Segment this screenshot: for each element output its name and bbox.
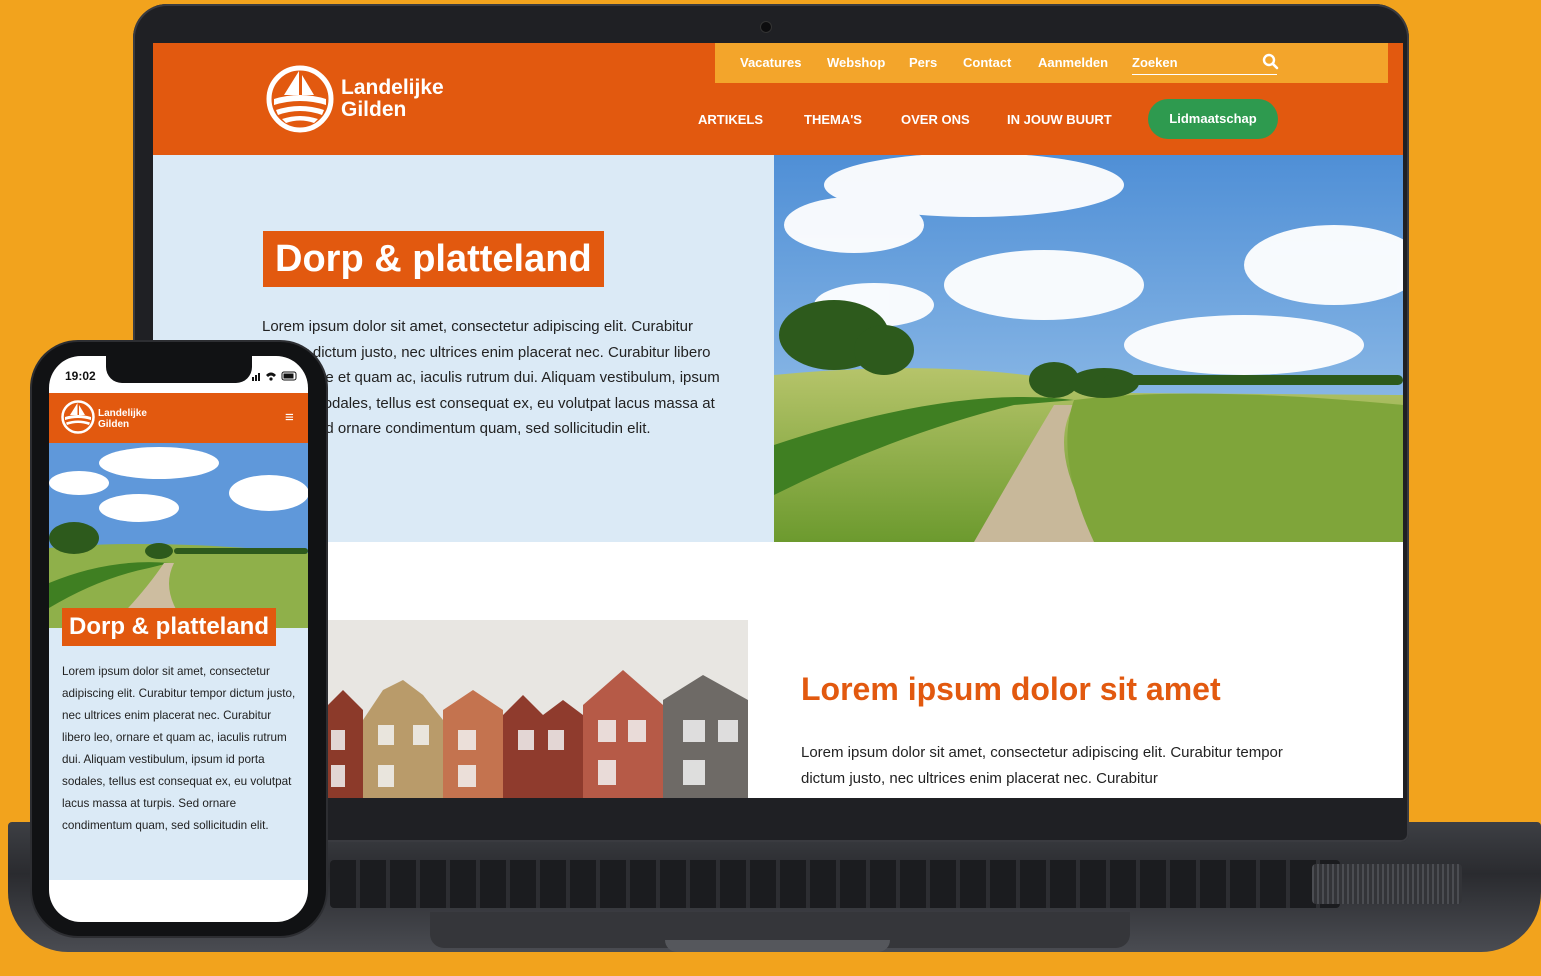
search-placeholder: Zoeken bbox=[1132, 55, 1178, 70]
membership-button[interactable]: Lidmaatschap bbox=[1148, 99, 1278, 139]
laptop-speaker-grille bbox=[1312, 864, 1462, 904]
webcam bbox=[760, 21, 772, 33]
phone-notch bbox=[106, 356, 252, 383]
hamburger-menu-icon[interactable]: ≡ bbox=[285, 410, 294, 425]
laptop-screen: Vacatures Webshop Pers Contact Aanmelden… bbox=[153, 43, 1403, 798]
hero-title: Dorp & platteland bbox=[263, 231, 604, 287]
phone-logo-line-1: Landelijke bbox=[98, 408, 147, 419]
laptop-keyboard bbox=[330, 860, 1340, 908]
phone-header: Landelijke Gilden ≡ bbox=[49, 393, 308, 443]
top-link-webshop[interactable]: Webshop bbox=[827, 55, 885, 70]
nav-artikels[interactable]: ARTIKELS bbox=[698, 112, 763, 127]
logo-boat-icon bbox=[266, 65, 334, 133]
laptop-hinge-notch bbox=[665, 940, 890, 952]
top-link-contact[interactable]: Contact bbox=[963, 55, 1011, 70]
logo-line-1: Landelijke bbox=[341, 76, 444, 99]
top-link-aanmelden[interactable]: Aanmelden bbox=[1038, 55, 1108, 70]
search-input[interactable]: Zoeken bbox=[1132, 52, 1279, 75]
nav-over-ons[interactable]: OVER ONS bbox=[901, 112, 970, 127]
phone-screen: 19:02 Landelijke Gilden ≡ Dorp & plattel… bbox=[49, 356, 308, 922]
top-link-pers[interactable]: Pers bbox=[909, 55, 937, 70]
logo-text: Landelijke Gilden bbox=[341, 77, 444, 121]
phone-status-icons bbox=[252, 371, 297, 381]
phone-clock: 19:02 bbox=[65, 369, 96, 383]
phone-logo-line-2: Gilden bbox=[98, 419, 130, 430]
nav-in-jouw-buurt[interactable]: IN JOUW BUURT bbox=[1007, 112, 1112, 127]
dutch-houses-image bbox=[323, 620, 748, 798]
site-logo[interactable]: Landelijke Gilden bbox=[266, 65, 444, 138]
phone-hero-text: Lorem ipsum dolor sit amet, consectetur … bbox=[62, 665, 296, 832]
countryside-road-image bbox=[774, 155, 1403, 542]
top-bar: Vacatures Webshop Pers Contact Aanmelden… bbox=[715, 43, 1388, 83]
top-link-vacatures[interactable]: Vacatures bbox=[740, 55, 801, 70]
section-text: Lorem ipsum dolor sit amet, consectetur … bbox=[801, 744, 1283, 787]
phone-logo-text: Landelijke Gilden bbox=[98, 408, 147, 430]
site-header: Vacatures Webshop Pers Contact Aanmelden… bbox=[153, 43, 1403, 155]
hero-text: Lorem ipsum dolor sit amet, consectetur … bbox=[262, 318, 720, 438]
phone-hero-title: Dorp & platteland bbox=[62, 608, 277, 646]
phone-hero-image bbox=[49, 443, 308, 628]
search-icon[interactable] bbox=[1262, 53, 1279, 70]
phone-logo-icon[interactable] bbox=[61, 400, 95, 434]
section-title: Lorem ipsum dolor sit amet bbox=[801, 671, 1221, 707]
nav-themas[interactable]: THEMA'S bbox=[804, 112, 862, 127]
logo-line-2: Gilden bbox=[341, 98, 407, 121]
